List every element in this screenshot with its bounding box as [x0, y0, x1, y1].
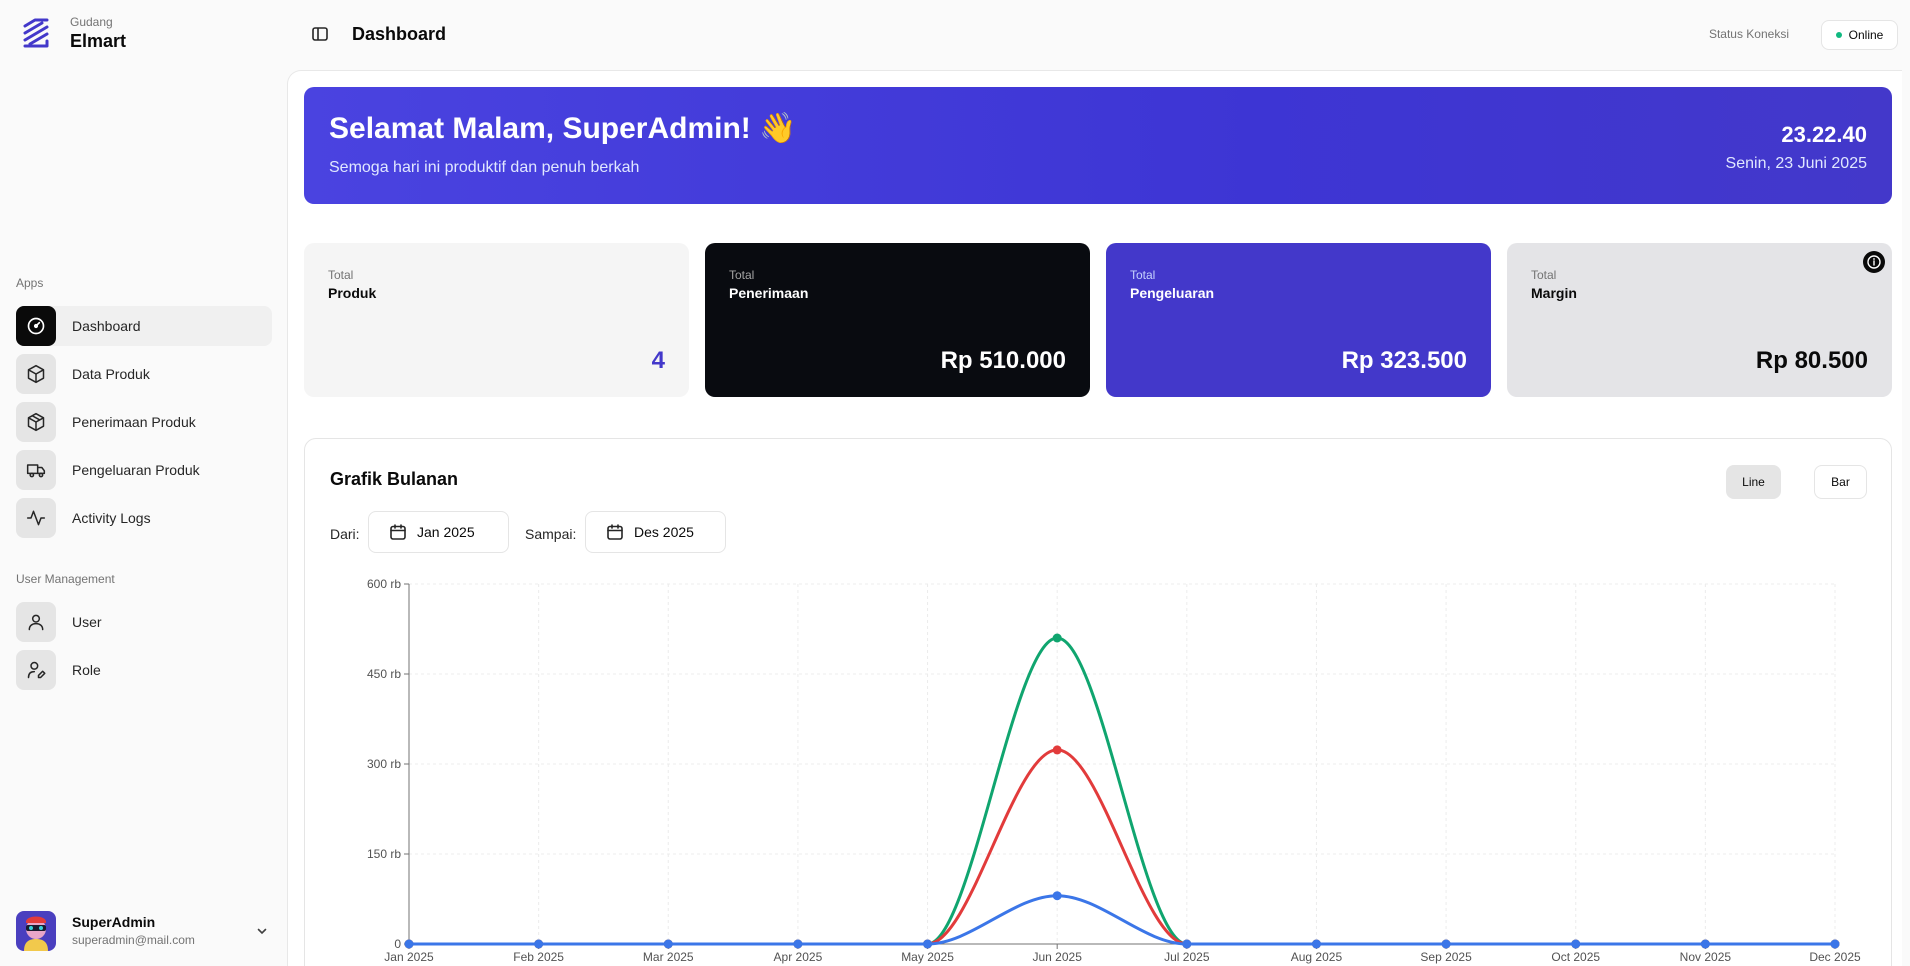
user-pen-icon — [16, 650, 56, 690]
chevron-down-icon — [252, 921, 272, 941]
clock-time: 23.22.40 — [1781, 122, 1867, 147]
series-line — [409, 748, 1835, 946]
x-tick-label: Mar 2025 — [643, 950, 694, 964]
sidebar-item-label: Penerimaan Produk — [72, 414, 196, 430]
sidebar-item-label: Pengeluaran Produk — [72, 462, 200, 478]
series-point — [1052, 633, 1062, 643]
series-point — [1571, 939, 1581, 949]
series-point — [1311, 939, 1321, 949]
stat-card-margin: Total Margin Rp 80.500 — [1507, 243, 1892, 397]
clock-date: Senin, 23 Juni 2025 — [1725, 155, 1867, 172]
sidebar-item-user[interactable]: User — [16, 602, 272, 642]
x-tick-label: Dec 2025 — [1809, 950, 1861, 964]
y-tick-label: 150 rb — [367, 847, 401, 861]
y-tick-label: 600 rb — [367, 577, 401, 591]
series-point — [1052, 891, 1062, 901]
online-dot-icon — [1835, 32, 1842, 38]
series-point — [1441, 939, 1451, 949]
y-tick-label: 450 rb — [367, 667, 401, 681]
stat-value: Rp 80.500 — [1755, 347, 1868, 374]
truck-icon — [16, 450, 56, 490]
sidebar: Gudang Elmart Apps Dashboard Data Produk… — [0, 0, 287, 966]
stat-top-label: Total — [1531, 268, 1557, 282]
sidebar-item-pengeluaran-produk[interactable]: Pengeluaran Produk — [16, 450, 272, 490]
brand-logo-icon — [23, 18, 49, 48]
series-point — [1052, 745, 1062, 755]
y-tick-label: 0 — [394, 937, 401, 951]
series-line — [409, 894, 1835, 946]
x-tick-label: Jul 2025 — [1164, 950, 1210, 964]
brand[interactable]: Gudang Elmart — [20, 14, 126, 52]
series-point — [1830, 939, 1840, 949]
sidebar-item-activity-logs[interactable]: Activity Logs — [16, 498, 272, 538]
series-point — [663, 939, 673, 949]
series-line — [409, 636, 1835, 946]
stat-value: Rp 323.500 — [1341, 347, 1467, 374]
stat-value: Rp 510.000 — [940, 347, 1066, 374]
series-point — [534, 939, 544, 949]
status-value: Online — [1848, 28, 1884, 42]
x-tick-label: Apr 2025 — [774, 950, 823, 964]
user-icon — [16, 602, 56, 642]
avatar — [16, 911, 56, 951]
main-content: Selamat Malam, SuperAdmin! 👋 Semoga hari… — [287, 70, 1902, 966]
sidebar-toggle-icon[interactable] — [311, 25, 331, 45]
brand-subtitle: Gudang — [70, 15, 113, 29]
sidebar-item-role[interactable]: Role — [16, 650, 272, 690]
brand-name: Elmart — [70, 31, 127, 51]
package-in-icon — [16, 402, 56, 442]
x-tick-label: May 2025 — [901, 950, 954, 964]
user-name: SuperAdmin — [72, 914, 156, 930]
x-tick-label: Aug 2025 — [1291, 950, 1343, 964]
series-point — [1182, 939, 1192, 949]
stat-title: Produk — [328, 285, 377, 301]
page-title: Dashboard — [352, 24, 447, 44]
series-point — [1700, 939, 1710, 949]
series-point — [404, 939, 414, 949]
status-label: Status Koneksi — [1708, 27, 1789, 41]
sidebar-item-data-produk[interactable]: Data Produk — [16, 354, 272, 394]
topbar: Dashboard Status Koneksi Online — [287, 0, 1910, 70]
group-label-user-management: User Management — [16, 572, 115, 586]
monthly-line-chart: 0 150 rb 300 rb 450 rb 600 rb Jan 2025 Feb 202… — [367, 577, 1861, 964]
stat-title: Margin — [1531, 285, 1577, 301]
series-point — [793, 939, 803, 949]
x-tick-label: Oct 2025 — [1551, 950, 1600, 964]
greeting-title: Selamat Malam, SuperAdmin! 👋 — [329, 112, 797, 145]
stat-card-produk: Total Produk 4 — [304, 243, 689, 397]
sidebar-item-label: Data Produk — [72, 366, 150, 382]
x-tick-label: Jun 2025 — [1032, 950, 1082, 964]
stat-value: 4 — [651, 347, 665, 374]
stat-top-label: Total — [1130, 268, 1156, 282]
greeting-banner: Selamat Malam, SuperAdmin! 👋 Semoga hari… — [304, 87, 1892, 204]
sidebar-item-penerimaan-produk[interactable]: Penerimaan Produk — [16, 402, 272, 442]
stat-card-pengeluaran: Total Pengeluaran Rp 323.500 — [1106, 243, 1491, 397]
group-label-apps: Apps — [16, 276, 44, 290]
stat-top-label: Total — [328, 268, 354, 282]
x-tick-label: Feb 2025 — [513, 950, 564, 964]
monthly-chart-card: Grafik Bulanan Line Bar Dari: Jan 2025 S… — [304, 438, 1892, 966]
status-badge: Online — [1821, 20, 1898, 50]
x-tick-label: Nov 2025 — [1680, 950, 1732, 964]
stat-top-label: Total — [729, 268, 755, 282]
x-tick-label: Jan 2025 — [384, 950, 434, 964]
gauge-icon — [16, 306, 56, 346]
sidebar-item-label: Role — [72, 662, 101, 678]
stat-title: Penerimaan — [729, 285, 809, 301]
sidebar-item-dashboard[interactable]: Dashboard — [16, 306, 272, 346]
x-tick-label: Sep 2025 — [1420, 950, 1472, 964]
stat-card-penerimaan: Total Penerimaan Rp 510.000 — [705, 243, 1090, 397]
sidebar-item-label: Activity Logs — [72, 510, 151, 526]
sidebar-item-label: Dashboard — [72, 318, 141, 334]
activity-icon — [16, 498, 56, 538]
sidebar-item-label: User — [72, 614, 102, 630]
box-icon — [16, 354, 56, 394]
greeting-subtitle: Semoga hari ini produktif dan penuh berk… — [329, 159, 640, 176]
series-point — [923, 939, 933, 949]
info-icon[interactable] — [1863, 251, 1885, 273]
stat-title: Pengeluaran — [1130, 285, 1215, 301]
y-tick-label: 300 rb — [367, 757, 401, 771]
user-menu[interactable]: SuperAdmin superadmin@mail.com — [16, 910, 272, 952]
user-email: superadmin@mail.com — [72, 933, 195, 947]
